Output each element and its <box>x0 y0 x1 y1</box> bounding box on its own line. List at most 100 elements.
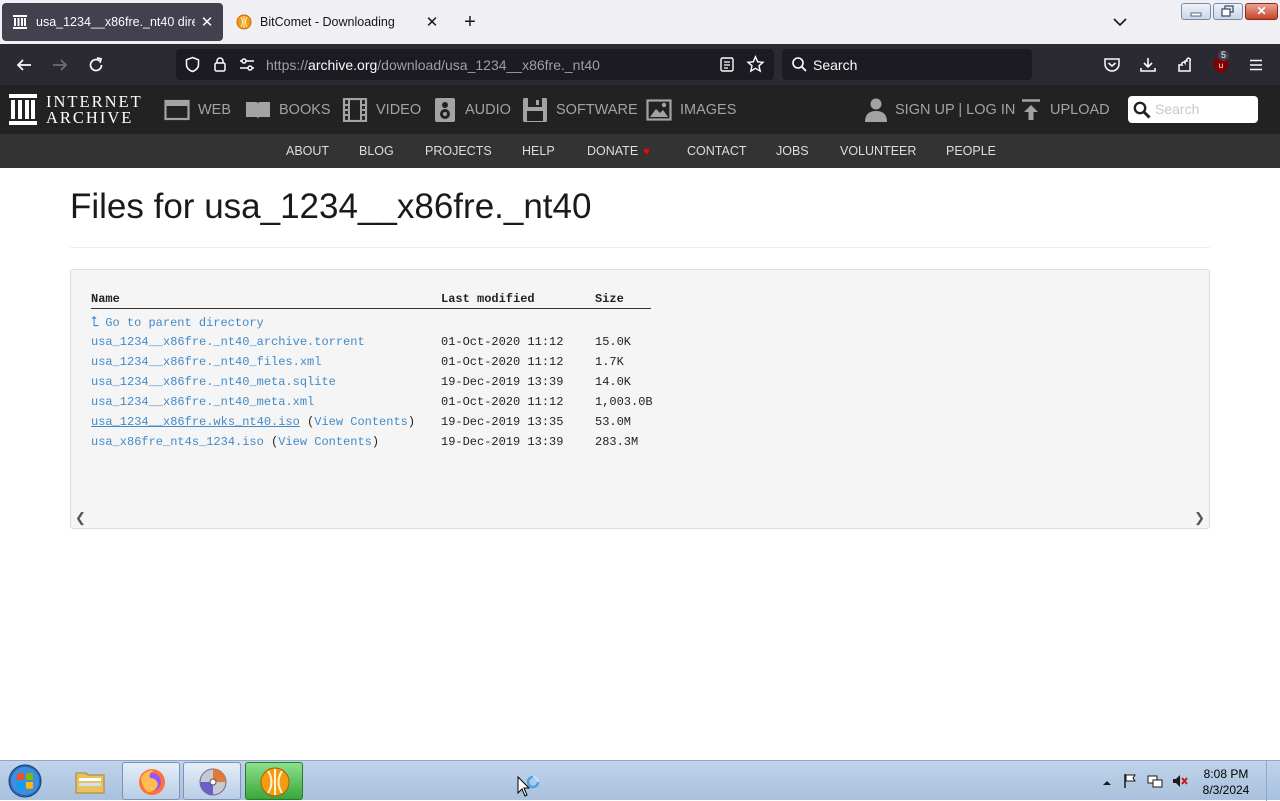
search-icon <box>1133 101 1151 119</box>
firefox-icon <box>139 769 165 795</box>
ia-nav-images[interactable]: IMAGES <box>646 85 736 134</box>
reload-icon[interactable] <box>86 55 106 75</box>
network-icon[interactable] <box>1147 773 1163 789</box>
browser-search-bar[interactable]: Search <box>782 49 1032 80</box>
title-divider <box>70 247 1210 248</box>
restore-button[interactable] <box>1213 3 1243 20</box>
show-desktop-button[interactable] <box>1266 761 1280 801</box>
ia-nav-software[interactable]: SOFTWARE <box>522 85 638 134</box>
close-tab-icon[interactable]: ✕ <box>195 13 219 31</box>
taskbar-disc-app[interactable] <box>183 762 241 800</box>
start-button-icon[interactable] <box>6 763 44 799</box>
ia-logo-text: INTERNET ARCHIVE <box>46 93 143 126</box>
subnav-about[interactable]: ABOUT <box>286 144 329 158</box>
subnav-jobs[interactable]: JOBS <box>776 144 809 158</box>
menu-hamburger-icon[interactable] <box>1246 55 1266 75</box>
ia-sub-navigation: ABOUT BLOG PROJECTS HELP DONATE ♥ CONTAC… <box>0 134 1280 168</box>
subnav-donate[interactable]: DONATE ♥ <box>587 144 650 158</box>
window-close-button[interactable]: ✕ <box>1245 3 1278 20</box>
file-link[interactable]: usa_1234__x86fre._nt40_meta.xml <box>91 395 314 409</box>
extension-badge-count: 5 <box>1218 50 1230 61</box>
ia-nav-label: IMAGES <box>680 101 737 118</box>
video-icon <box>342 97 368 122</box>
ia-upload-link[interactable]: UPLOAD <box>1020 85 1110 134</box>
action-center-flag-icon[interactable] <box>1122 773 1138 789</box>
table-row: usa_1234__x86fre._nt40_files.xml 01-Oct-… <box>91 355 651 375</box>
file-modified: 01-Oct-2020 11:12 <box>441 335 564 349</box>
minimize-button[interactable] <box>1181 3 1211 20</box>
ia-nav-web[interactable]: WEB <box>164 85 231 134</box>
new-tab-button[interactable]: + <box>458 10 482 34</box>
file-size: 15.0K <box>595 335 632 349</box>
url-bar[interactable]: https://archive.org/download/usa_1234__x… <box>176 49 774 80</box>
pocket-icon[interactable] <box>1102 55 1122 75</box>
table-row: usa_1234__x86fre.wks_nt40.iso (View Cont… <box>91 415 651 435</box>
archive-building-icon <box>9 94 37 125</box>
file-size: 1,003.0B <box>595 395 653 409</box>
clock-time: 8:08 PM <box>1203 767 1249 781</box>
tab-archive-directory[interactable]: usa_1234__x86fre._nt40 directory ✕ <box>2 3 223 41</box>
tab-title: usa_1234__x86fre._nt40 directory <box>36 15 195 29</box>
subnav-projects[interactable]: PROJECTS <box>425 144 492 158</box>
url-prefix: https:// <box>266 57 309 73</box>
scroll-right-arrow-icon[interactable]: ❯ <box>1194 510 1205 526</box>
tab-bitcomet[interactable]: BitComet - Downloading ✕ <box>226 3 448 41</box>
taskbar-bitcomet[interactable] <box>245 762 303 800</box>
table-row: usa_1234__x86fre._nt40_meta.xml 01-Oct-2… <box>91 395 653 415</box>
permissions-icon[interactable] <box>238 57 256 72</box>
subnav-help[interactable]: HELP <box>522 144 555 158</box>
file-link[interactable]: usa_1234__x86fre._nt40_archive.torrent <box>91 335 365 349</box>
ia-search-input[interactable]: Search <box>1128 96 1258 123</box>
bookmark-star-icon[interactable] <box>746 55 765 74</box>
file-size: 283.3M <box>595 435 639 449</box>
view-contents-link[interactable]: View Contents <box>278 435 372 449</box>
upload-label: UPLOAD <box>1050 101 1110 118</box>
taskbar-file-explorer[interactable] <box>61 762 119 800</box>
ia-nav-books[interactable]: BOOKS <box>245 85 331 134</box>
taskbar-clock[interactable]: 8:08 PM 8/3/2024 <box>1196 766 1256 798</box>
page-title: Files for usa_1234__x86fre._nt40 <box>70 187 592 226</box>
svg-text:u: u <box>1219 61 1223 70</box>
archive-favicon-icon <box>13 15 27 29</box>
ia-logo[interactable]: INTERNET ARCHIVE <box>9 93 149 127</box>
file-link[interactable]: usa_1234__x86fre._nt40_meta.sqlite <box>91 375 336 389</box>
subnav-people[interactable]: PEOPLE <box>946 144 996 158</box>
url-host: archive.org <box>308 57 378 73</box>
reader-view-icon[interactable] <box>719 56 735 73</box>
ia-nav-video[interactable]: VIDEO <box>342 85 421 134</box>
ia-account-link[interactable]: SIGN UP | LOG IN <box>865 85 1015 134</box>
downloads-icon[interactable] <box>1138 55 1158 75</box>
upload-icon <box>1022 98 1040 120</box>
url-path: /download/usa_1234__x86fre._nt40 <box>377 57 600 73</box>
file-link[interactable]: usa_1234__x86fre.wks_nt40.iso <box>91 415 300 429</box>
url-text[interactable]: https://archive.org/download/usa_1234__x… <box>266 57 600 73</box>
back-arrow-icon[interactable] <box>14 55 34 75</box>
listing-header: Name Last modified Size <box>91 292 651 308</box>
close-tab-icon[interactable]: ✕ <box>420 13 444 31</box>
file-link[interactable]: usa_1234__x86fre._nt40_files.xml <box>91 355 321 369</box>
parent-directory-label: Go to parent directory <box>105 316 264 330</box>
view-contents-link[interactable]: View Contents <box>314 415 408 429</box>
file-modified: 19-Dec-2019 13:35 <box>441 415 564 429</box>
lock-icon[interactable] <box>212 56 228 73</box>
parent-directory-link[interactable]: ⮤ Go to parent directory <box>91 315 264 331</box>
subnav-volunteer[interactable]: VOLUNTEER <box>840 144 916 158</box>
chevron-down-icon[interactable] <box>1110 12 1130 32</box>
taskbar-firefox[interactable] <box>122 762 180 800</box>
ia-nav-audio[interactable]: AUDIO <box>433 85 511 134</box>
show-hidden-icons-icon[interactable] <box>1099 775 1115 791</box>
scroll-left-arrow-icon[interactable]: ❮ <box>75 510 86 526</box>
subnav-contact[interactable]: CONTACT <box>687 144 747 158</box>
file-modified: 19-Dec-2019 13:39 <box>441 435 564 449</box>
busy-cursor-icon <box>517 776 540 797</box>
ia-nav-label: AUDIO <box>465 101 511 118</box>
file-link[interactable]: usa_x86fre_nt4s_1234.iso <box>91 435 264 449</box>
forward-arrow-icon[interactable] <box>50 55 70 75</box>
shield-icon[interactable] <box>184 56 201 73</box>
extensions-icon[interactable] <box>1175 55 1195 75</box>
ia-nav-label: SOFTWARE <box>556 101 638 118</box>
parent-directory-row: ⮤ Go to parent directory <box>91 315 651 335</box>
subnav-blog[interactable]: BLOG <box>359 144 394 158</box>
search-icon <box>792 57 807 72</box>
volume-muted-icon[interactable] <box>1172 773 1188 789</box>
